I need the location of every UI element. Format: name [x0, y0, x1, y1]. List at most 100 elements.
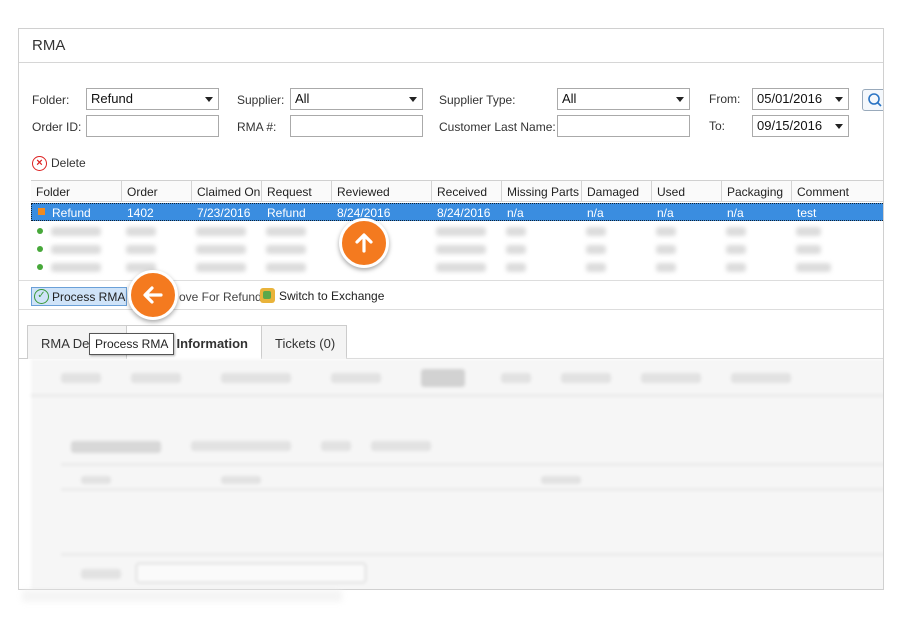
column-header-comment[interactable]: Comment — [791, 181, 883, 202]
cell-claimed-on: 7/23/2016 — [197, 206, 251, 220]
blurred-cell — [506, 245, 526, 254]
from-date-value: 05/01/2016 — [757, 91, 823, 106]
blurred-cell — [586, 245, 606, 254]
blurred-tab — [561, 373, 611, 383]
column-header-received[interactable]: Received — [431, 181, 501, 202]
blurred-cell — [126, 245, 156, 254]
supplier-type-label: Supplier Type: — [439, 93, 516, 107]
arrow-up-callout-icon — [339, 218, 389, 268]
rma-grid: Folder Order Claimed On Request Reviewed… — [31, 180, 883, 278]
divider — [61, 489, 883, 490]
blurred-tab — [501, 373, 531, 383]
chevron-down-icon — [835, 97, 843, 102]
blurred-cell — [726, 227, 746, 236]
cell-damaged: n/a — [587, 206, 604, 220]
blurred-subtab — [191, 441, 291, 451]
column-header-folder[interactable]: Folder — [31, 181, 121, 202]
column-header-request[interactable]: Request — [261, 181, 331, 202]
column-header-used[interactable]: Used — [651, 181, 721, 202]
column-header-missing-parts[interactable]: Missing Parts — [501, 181, 581, 202]
search-icon — [868, 93, 882, 107]
cell-missing-parts: n/a — [507, 206, 524, 220]
switch-to-exchange-label: Switch to Exchange — [279, 288, 385, 303]
table-row-selected[interactable]: Refund 1402 7/23/2016 Refund 8/24/2016 8… — [31, 203, 883, 221]
cell-order: 1402 — [127, 206, 154, 220]
blurred-cell — [726, 263, 746, 272]
blurred-cell — [196, 227, 246, 236]
search-button[interactable] — [862, 89, 883, 111]
blurred-subtab — [71, 441, 161, 453]
blurred-cell — [126, 227, 156, 236]
blurred-cell — [51, 263, 101, 272]
process-rma-button[interactable]: ✓ Process RMA — [31, 287, 127, 306]
blurred-cell — [506, 227, 526, 236]
blurred-label — [81, 569, 121, 579]
blurred-cell — [196, 263, 246, 272]
supplier-type-select[interactable]: All — [557, 88, 690, 110]
blurred-tab — [61, 373, 101, 383]
column-header-reviewed[interactable]: Reviewed — [331, 181, 431, 202]
approve-for-refund-button[interactable]: ove For Refund — [179, 290, 262, 304]
blurred-tab — [641, 373, 701, 383]
to-date-picker[interactable]: 09/15/2016 — [752, 115, 849, 137]
blurred-cell — [726, 245, 746, 254]
folder-select[interactable]: Refund — [86, 88, 219, 110]
grid-header: Folder Order Claimed On Request Reviewed… — [31, 181, 883, 202]
chevron-down-icon — [835, 124, 843, 129]
customer-last-name-input[interactable] — [557, 115, 690, 137]
blurred-cell — [436, 227, 486, 236]
order-id-input[interactable] — [86, 115, 219, 137]
blurred-cell — [656, 227, 676, 236]
process-rma-tooltip: Process RMA — [89, 333, 175, 355]
supplier-select[interactable]: All — [290, 88, 423, 110]
column-header-order[interactable]: Order — [121, 181, 191, 202]
cell-request: Refund — [267, 206, 306, 220]
table-row[interactable] — [31, 241, 871, 258]
cell-used: n/a — [657, 206, 674, 220]
blurred-tab — [131, 373, 181, 383]
delete-button[interactable]: × Delete — [32, 154, 86, 172]
divider — [61, 554, 883, 555]
table-row[interactable] — [31, 223, 871, 240]
status-dot-icon — [37, 246, 43, 252]
window-title: RMA — [32, 37, 66, 54]
blurred-cell — [266, 263, 306, 272]
arrow-left-callout-icon — [128, 270, 178, 320]
blurred-subtab — [371, 441, 431, 451]
delete-label: Delete — [51, 156, 86, 170]
blurred-cell — [436, 245, 486, 254]
tab-tickets[interactable]: Tickets (0) — [261, 325, 347, 359]
blurred-cell — [586, 227, 606, 236]
folder-select-value: Refund — [91, 91, 133, 106]
order-id-label: Order ID: — [32, 120, 82, 134]
blurred-cell — [796, 245, 821, 254]
blurred-header — [81, 476, 111, 484]
from-label: From: — [709, 92, 741, 106]
column-header-damaged[interactable]: Damaged — [581, 181, 651, 202]
to-date-value: 09/15/2016 — [757, 118, 823, 133]
blurred-cell — [586, 263, 606, 272]
cell-packaging: n/a — [727, 206, 744, 220]
check-circle-icon: ✓ — [34, 289, 49, 304]
divider — [31, 395, 883, 396]
folder-status-icon — [38, 208, 45, 215]
to-label: To: — [709, 119, 726, 133]
customer-last-name-label: Customer Last Name: — [439, 120, 556, 134]
blurred-cell — [266, 227, 306, 236]
process-rma-label: Process RMA — [52, 289, 126, 304]
blurred-footer — [22, 590, 342, 602]
from-date-picker[interactable]: 05/01/2016 — [752, 88, 849, 110]
exchange-icon — [260, 288, 275, 303]
blurred-header — [221, 476, 261, 484]
status-dot-icon — [37, 264, 43, 270]
column-header-packaging[interactable]: Packaging — [721, 181, 791, 202]
column-header-claimed-on[interactable]: Claimed On — [191, 181, 261, 202]
blurred-tab — [421, 369, 465, 387]
window-titlebar: RMA — [19, 29, 883, 63]
delete-icon: × — [32, 155, 47, 171]
supplier-type-select-value: All — [562, 91, 577, 106]
blurred-cell — [656, 263, 676, 272]
rma-number-input[interactable] — [290, 115, 423, 137]
blurred-cell — [796, 227, 821, 236]
switch-to-exchange-button[interactable]: Switch to Exchange — [260, 288, 384, 303]
